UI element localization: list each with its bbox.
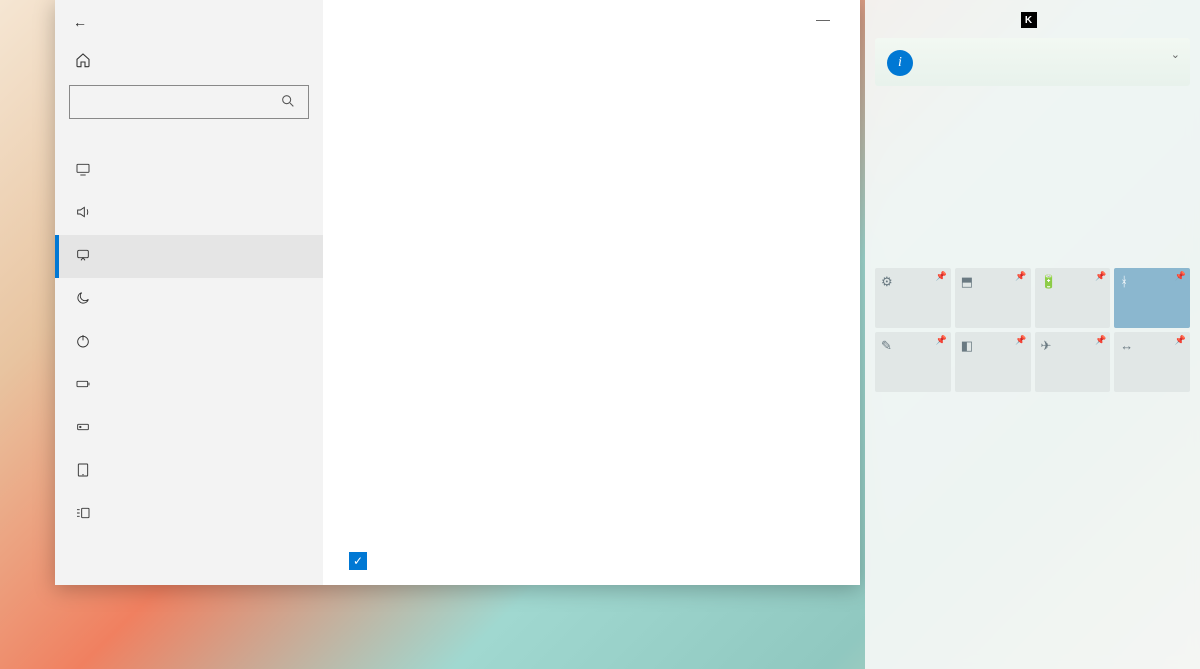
pin-icon: 📌 <box>936 271 947 282</box>
multitasking-icon <box>75 505 93 524</box>
tile-bluetooth[interactable]: ᚼ📌 <box>1114 268 1190 328</box>
tile-icon: ⚙ <box>881 274 893 290</box>
pin-icon: 📌 <box>1175 271 1186 282</box>
moon-icon <box>75 290 93 309</box>
display-icon <box>75 161 93 180</box>
settings-left-panel: ← <box>55 0 323 585</box>
tile-battery-saver[interactable]: 🔋📌 <box>1035 268 1111 328</box>
tile-icon: ◧ <box>961 338 973 354</box>
tile[interactable]: ⬒📌 <box>955 268 1031 328</box>
clear-all-button[interactable] <box>875 94 1190 268</box>
notification-card[interactable]: i ⌄ <box>875 38 1190 86</box>
action-center: K i ⌄ ⚙📌 ⬒📌 🔋📌 ᚼ📌 ✎📌 ◧📌 ✈📌 ↔📌 <box>865 0 1200 669</box>
pin-icon: 📌 <box>936 335 947 346</box>
killer-logo-icon: K <box>1021 12 1037 28</box>
battery-icon: 🔋 <box>1041 274 1057 290</box>
sidebar-item-focus[interactable] <box>55 278 323 321</box>
sidebar-item-power[interactable] <box>55 321 323 364</box>
airplane-icon: ✈ <box>1041 338 1052 354</box>
checkbox-row[interactable]: ✓ <box>349 520 407 570</box>
tile-icon: ✎ <box>881 338 892 354</box>
pin-icon: 📌 <box>1015 271 1026 282</box>
settings-content: ✓ <box>323 0 860 585</box>
power-icon <box>75 333 93 352</box>
home-icon <box>75 52 91 71</box>
sidebar-item-battery[interactable] <box>55 364 323 407</box>
pin-icon: 📌 <box>1015 335 1026 346</box>
checkbox-icon[interactable]: ✓ <box>349 552 367 570</box>
minimize-button[interactable] <box>816 20 830 21</box>
sidebar-item-display[interactable] <box>55 149 323 192</box>
sidebar-item-multitasking[interactable] <box>55 493 323 536</box>
notification-icon <box>75 247 93 266</box>
back-icon[interactable]: ← <box>73 14 87 30</box>
home-item[interactable] <box>55 38 323 85</box>
share-icon: ↔ <box>1120 338 1133 353</box>
tile-airplane[interactable]: ✈📌 <box>1035 332 1111 392</box>
bluetooth-icon: ᚼ <box>1120 274 1128 289</box>
pin-icon: 📌 <box>1095 271 1106 282</box>
quick-action-grid: ⚙📌 ⬒📌 🔋📌 ᚼ📌 ✎📌 ◧📌 ✈📌 ↔📌 <box>875 268 1190 392</box>
sidebar-item-tablet[interactable] <box>55 450 323 493</box>
tile-icon: ⬒ <box>961 274 973 290</box>
category-header <box>55 137 323 149</box>
storage-icon <box>75 419 93 438</box>
chevron-down-icon[interactable]: ⌄ <box>1171 48 1180 61</box>
sound-icon <box>75 204 93 223</box>
tile[interactable]: ◧📌 <box>955 332 1031 392</box>
battery-icon <box>75 376 93 395</box>
tile[interactable]: ⚙📌 <box>875 268 951 328</box>
search-icon <box>280 93 296 112</box>
pin-icon: 📌 <box>1175 335 1186 346</box>
sidebar-item-notifications[interactable] <box>55 235 323 278</box>
tile-nearby[interactable]: ↔📌 <box>1114 332 1190 392</box>
tablet-icon <box>75 462 93 481</box>
search-input[interactable] <box>69 85 309 119</box>
action-center-title: K <box>875 8 1190 38</box>
sidebar-item-sound[interactable] <box>55 192 323 235</box>
settings-window: ← <box>55 0 860 585</box>
tile[interactable]: ✎📌 <box>875 332 951 392</box>
sidebar-item-storage[interactable] <box>55 407 323 450</box>
info-icon: i <box>887 50 913 76</box>
pin-icon: 📌 <box>1095 335 1106 346</box>
